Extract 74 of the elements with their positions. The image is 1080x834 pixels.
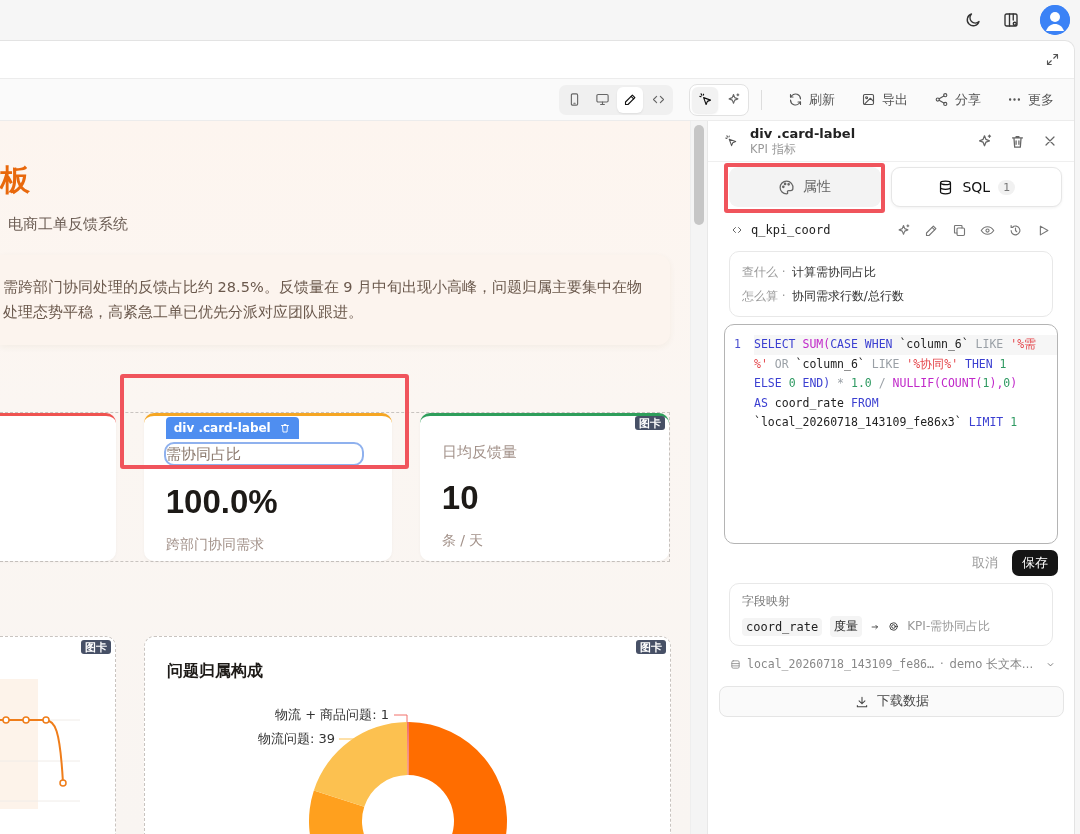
moon-icon[interactable] — [964, 11, 982, 29]
avatar[interactable] — [1040, 5, 1070, 35]
leader-line — [393, 714, 408, 723]
kpi-label: 日均反馈量 — [441, 443, 517, 462]
history-icon — [1008, 222, 1023, 238]
kpi-value: 10 — [441, 478, 480, 518]
sql-code-line: AS coord_rate FROM — [754, 394, 880, 412]
refresh-icon[interactable] — [788, 92, 803, 107]
info-value: 协同需求行数/总行数 — [791, 288, 904, 305]
copy-button[interactable] — [952, 222, 967, 238]
field-chip: coord_rate — [742, 617, 823, 636]
kpi-label: 需协同占比 — [163, 442, 364, 466]
trash-icon[interactable] — [278, 422, 291, 434]
sparkle-icon — [896, 222, 911, 238]
download-button[interactable]: 下载数据 — [719, 686, 1064, 717]
source-description: demo 长文本… — [949, 656, 1035, 672]
toolbar-button[interactable]: 导出 — [855, 86, 914, 113]
view-mode-button[interactable] — [617, 86, 643, 113]
sql-code-line: ELSE 0 END) * 1.0 / NULLIF(COUNT(1),0) — [754, 375, 1019, 392]
cursor-icon — [724, 134, 738, 148]
summary-text: 需跨部门协同处理的反馈占比约 28.5%。反馈量在 9 月中旬出现小高峰，问题归属主要集中在物 — [3, 278, 644, 297]
panel-tab[interactable]: SQL 1 — [890, 167, 1062, 207]
line-number: 1 — [734, 336, 742, 353]
save-button[interactable]: 保存 — [1012, 550, 1058, 576]
pen-icon[interactable] — [622, 92, 638, 107]
layout-icon[interactable] — [1002, 11, 1020, 29]
query-name: q_kpi_coord — [751, 223, 832, 237]
kpi-note: 条 / 天 — [441, 531, 485, 550]
download-icon — [854, 694, 869, 709]
share-icon[interactable] — [934, 92, 949, 107]
role-chip: 度量 — [830, 616, 863, 637]
selection-tag-label: div .card-label — [173, 420, 271, 436]
summary-text: 处理态势平稳，高紧急工单已优先分派对应团队跟进。 — [3, 303, 364, 322]
card-type-badge: 图卡 — [635, 416, 665, 430]
kpi-note: 跨部门协同需求 — [165, 535, 265, 554]
toolbar-button[interactable]: 刷新 — [782, 86, 841, 113]
ai-button[interactable] — [896, 222, 911, 238]
toolbar-button[interactable]: 分享 — [928, 86, 987, 113]
edit-button[interactable] — [924, 222, 939, 238]
element-name: div .card-label — [750, 126, 857, 142]
card-type-badge: 图卡 — [636, 640, 666, 654]
palette-icon[interactable] — [778, 178, 796, 196]
table-icon — [730, 658, 741, 670]
kpi-value: 100.0% — [165, 482, 279, 522]
count-badge: 1 — [998, 179, 1016, 195]
info-value: 计算需协同占比 — [791, 264, 876, 281]
scrollbar-thumb[interactable] — [694, 125, 704, 225]
separator-dot: · — [939, 657, 944, 671]
mapping-title: 字段映射 — [742, 593, 791, 610]
monitor-icon[interactable] — [594, 92, 610, 107]
history-button[interactable] — [1008, 222, 1023, 238]
toolbar-button[interactable]: 更多 — [1001, 86, 1060, 113]
mapping-target: KPI-需协同占比 — [907, 618, 991, 635]
source-table: local_20260718_143109_fe86… — [747, 657, 934, 671]
slice-label: 物流 + 商品问题: 1 — [275, 707, 389, 722]
expand-icon[interactable] — [1045, 52, 1060, 67]
sql-code-line: `local_20260718_143109_fe86x3` LIMIT 1 — [754, 414, 1019, 431]
image-icon[interactable] — [861, 92, 876, 107]
element-type: KPI 指标 — [750, 142, 797, 156]
sql-editor[interactable]: 1 SELECT SUM(CASE WHEN `column_6` LIKE '%需 %' OR `column_6` LIKE '%协同%' THEN 1 ELSE 0 END) * 1.0 / NULLIF(COUNT(1),0) AS coord_rate FROM `local_20260718_143109_fe86x3` LIMIT 1 — [724, 324, 1058, 544]
info-key: 查什么 · — [742, 260, 786, 284]
dashboard-subtitle: 电商工单反馈系统 — [7, 214, 129, 235]
code-icon — [731, 224, 743, 236]
sql-code-line: %' OR `column_6` LIKE '%协同%' THEN 1 — [754, 355, 1008, 373]
target-icon — [888, 621, 900, 632]
panel-tab[interactable]: 属性 — [729, 167, 881, 207]
cursor-icon[interactable] — [697, 92, 713, 107]
slice-label: 物流问题: 39 — [257, 731, 335, 746]
copy-icon — [952, 222, 967, 238]
info-key: 怎么算 · — [742, 284, 786, 308]
pen-icon — [924, 222, 939, 238]
pick-mode-button[interactable] — [692, 86, 718, 113]
chart-title: 问题归属构成 — [167, 660, 264, 682]
card-type-badge: 图卡 — [81, 640, 111, 654]
